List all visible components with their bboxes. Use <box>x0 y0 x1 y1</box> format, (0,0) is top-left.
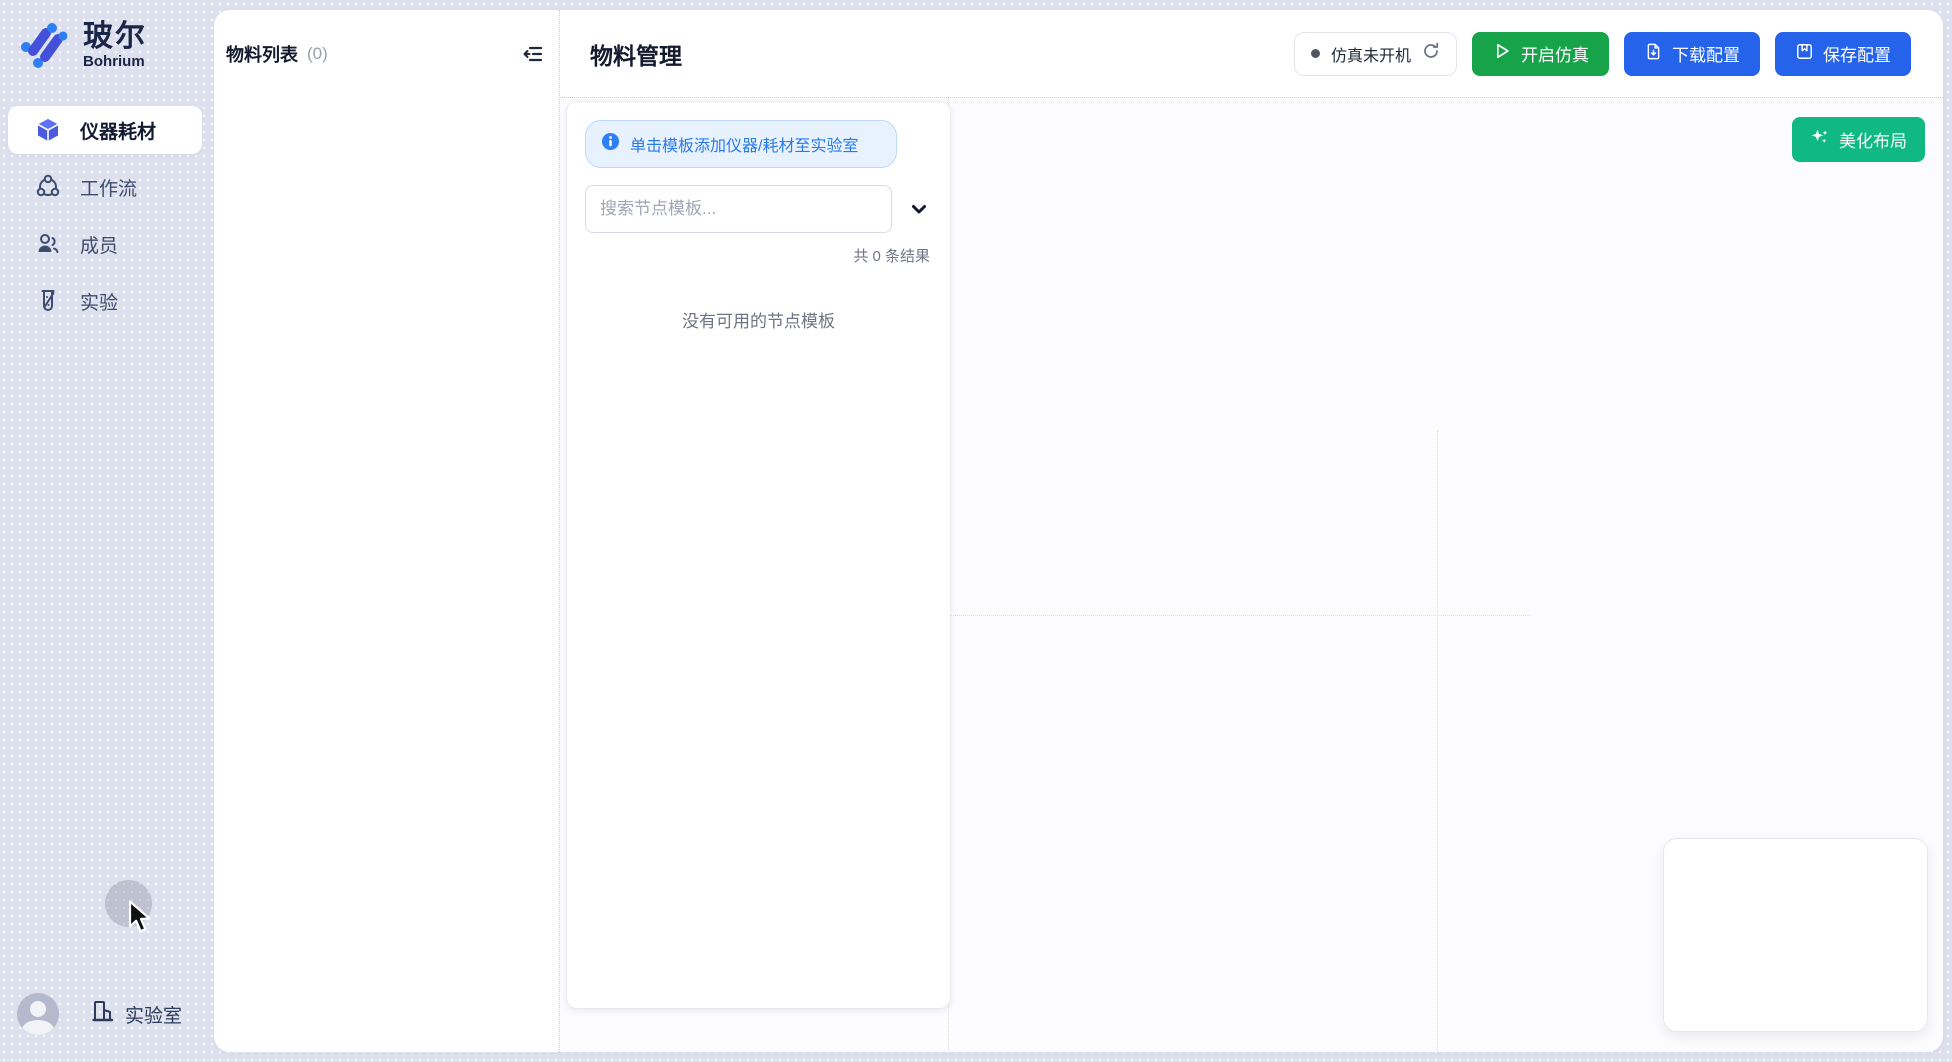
brand-name-en: Bohrium <box>83 53 147 71</box>
start-simulation-button[interactable]: 开启仿真 <box>1472 32 1609 76</box>
refresh-icon[interactable] <box>1422 42 1440 65</box>
file-download-icon <box>1644 42 1663 66</box>
sidebar-item-label: 工作流 <box>80 174 137 201</box>
sidebar-footer: 实验室 <box>17 993 182 1035</box>
experiment-icon <box>35 288 61 314</box>
sidebar-nav: 仪器耗材 工作流 成员 <box>8 106 202 325</box>
lab-canvas[interactable]: 单击模板添加仪器/耗材至实验室 共 0 条结果 没有可用的节点模板 <box>560 98 1943 1052</box>
material-list-header: 物料列表 (0) <box>214 10 559 98</box>
search-template-input[interactable] <box>585 185 892 233</box>
beautify-layout-button[interactable]: 美化布局 <box>1792 117 1925 162</box>
chevron-down-icon[interactable] <box>908 198 930 220</box>
sidebar-item-label: 仪器耗材 <box>80 117 156 144</box>
bohrium-logo-icon <box>16 16 70 75</box>
header-actions: 仿真未开机 开启仿真 <box>1294 32 1911 76</box>
result-count: 共 0 条结果 <box>585 245 932 266</box>
workflow-icon <box>35 174 61 200</box>
members-icon <box>35 231 61 257</box>
mouse-cursor <box>127 900 157 939</box>
info-banner: 单击模板添加仪器/耗材至实验室 <box>585 120 897 168</box>
minimap[interactable] <box>1663 838 1928 1032</box>
user-avatar[interactable] <box>17 993 59 1035</box>
sidebar-item-members[interactable]: 成员 <box>8 220 202 268</box>
save-config-button[interactable]: 保存配置 <box>1775 32 1911 76</box>
collapse-panel-button[interactable] <box>521 42 545 66</box>
empty-templates-text: 没有可用的节点模板 <box>585 307 932 332</box>
info-banner-text: 单击模板添加仪器/耗材至实验室 <box>630 132 858 156</box>
brand-logo: 玻尔 Bohrium <box>16 16 147 75</box>
start-simulation-label: 开启仿真 <box>1521 41 1589 66</box>
lab-entry[interactable]: 实验室 <box>90 998 182 1030</box>
info-icon <box>601 132 620 156</box>
sidebar-item-workflow[interactable]: 工作流 <box>8 163 202 211</box>
sidebar-item-label: 实验 <box>80 288 118 315</box>
canvas-guide-horizontal <box>948 615 1530 616</box>
canvas-guide-vertical <box>1437 430 1438 1052</box>
sparkles-icon <box>1810 127 1830 152</box>
lab-label: 实验室 <box>125 1001 182 1028</box>
status-label: 仿真未开机 <box>1331 42 1411 66</box>
sidebar-item-instruments[interactable]: 仪器耗材 <box>8 106 202 154</box>
save-config-label: 保存配置 <box>1823 41 1891 66</box>
material-list-panel: 物料列表 (0) <box>214 10 560 1052</box>
cube-icon <box>35 117 61 143</box>
brand-name-zh: 玻尔 <box>83 21 147 53</box>
material-list-title: 物料列表 <box>226 41 298 67</box>
simulation-status-chip[interactable]: 仿真未开机 <box>1294 32 1457 76</box>
sidebar-item-label: 成员 <box>80 231 118 258</box>
sidebar-item-experiments[interactable]: 实验 <box>8 277 202 325</box>
template-search-row <box>585 185 932 233</box>
status-dot-icon <box>1311 49 1320 58</box>
page-header: 物料管理 仿真未开机 开启仿真 <box>560 10 1943 98</box>
download-config-button[interactable]: 下载配置 <box>1624 32 1760 76</box>
save-icon <box>1795 42 1814 66</box>
building-icon <box>90 998 116 1030</box>
page-title: 物料管理 <box>590 37 682 71</box>
download-config-label: 下载配置 <box>1672 41 1740 66</box>
main-card: 物料列表 (0) 物料管理 仿真未开机 <box>214 10 1943 1052</box>
beautify-layout-label: 美化布局 <box>1839 127 1907 152</box>
play-icon <box>1492 41 1512 66</box>
node-template-panel: 单击模板添加仪器/耗材至实验室 共 0 条结果 没有可用的节点模板 <box>567 102 950 1008</box>
material-list-count: (0) <box>307 44 328 64</box>
